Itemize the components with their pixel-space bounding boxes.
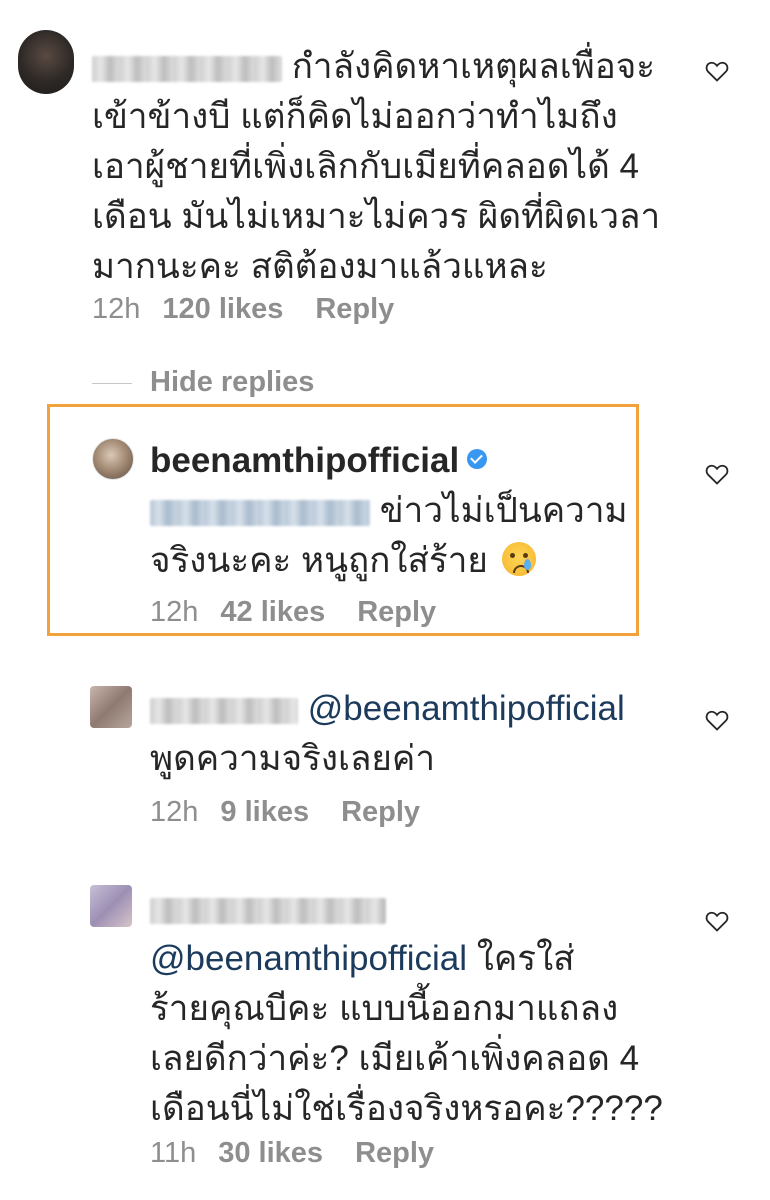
hide-replies-toggle[interactable]: Hide replies: [92, 366, 314, 399]
reply-button[interactable]: Reply: [315, 293, 394, 325]
comment-meta: 12h 120 likes Reply: [92, 293, 394, 326]
redacted-username: [92, 55, 282, 82]
avatar[interactable]: [92, 438, 134, 480]
reply-button[interactable]: Reply: [355, 1137, 434, 1169]
avatar[interactable]: [90, 885, 132, 927]
reply-button[interactable]: Reply: [341, 796, 420, 828]
heart-outline-icon[interactable]: [705, 463, 729, 485]
comment-text: @beenamthipofficial พูดความจริงเลยค่า: [150, 689, 625, 778]
verified-badge-icon: [467, 448, 488, 469]
comment-text: @beenamthipofficial ใครใส่ ร้ายคุณบีคะ แ…: [150, 884, 690, 1134]
divider-line: [92, 382, 132, 384]
heart-outline-icon[interactable]: [705, 910, 729, 932]
comment-meta: 11h 30 likes Reply: [150, 1137, 434, 1170]
comment-time: 12h: [150, 796, 199, 828]
redacted-username: [150, 897, 386, 924]
heart-outline-icon[interactable]: [705, 709, 729, 731]
comment-meta: 12h 9 likes Reply: [150, 796, 420, 829]
heart-outline-icon[interactable]: [705, 60, 729, 82]
comment-meta: 12h 42 likes Reply: [150, 596, 436, 629]
comment-time: 12h: [92, 293, 141, 325]
likes-count[interactable]: 42 likes: [220, 596, 325, 628]
comment-text: กำลังคิดหาเหตุผลเพื่อจะ เข้าข้างบี แต่ก็…: [92, 47, 661, 286]
redacted-username: [150, 697, 298, 724]
crying-face-emoji: [501, 541, 536, 576]
likes-count[interactable]: 30 likes: [218, 1137, 323, 1169]
comment-time: 11h: [150, 1137, 197, 1169]
redacted-mention: [150, 499, 370, 526]
avatar[interactable]: [18, 30, 74, 94]
username[interactable]: beenamthipofficial: [150, 441, 459, 480]
comment-time: 12h: [150, 596, 199, 628]
mention-link[interactable]: @beenamthipofficial: [308, 689, 625, 728]
reply-button[interactable]: Reply: [357, 596, 436, 628]
mention-link[interactable]: @beenamthipofficial: [150, 939, 467, 978]
avatar[interactable]: [90, 686, 132, 728]
likes-count[interactable]: 120 likes: [162, 293, 283, 325]
likes-count[interactable]: 9 likes: [220, 796, 309, 828]
comment-text: beenamthipofficial ข่าวไม่เป็นความ จริงน…: [150, 441, 628, 580]
